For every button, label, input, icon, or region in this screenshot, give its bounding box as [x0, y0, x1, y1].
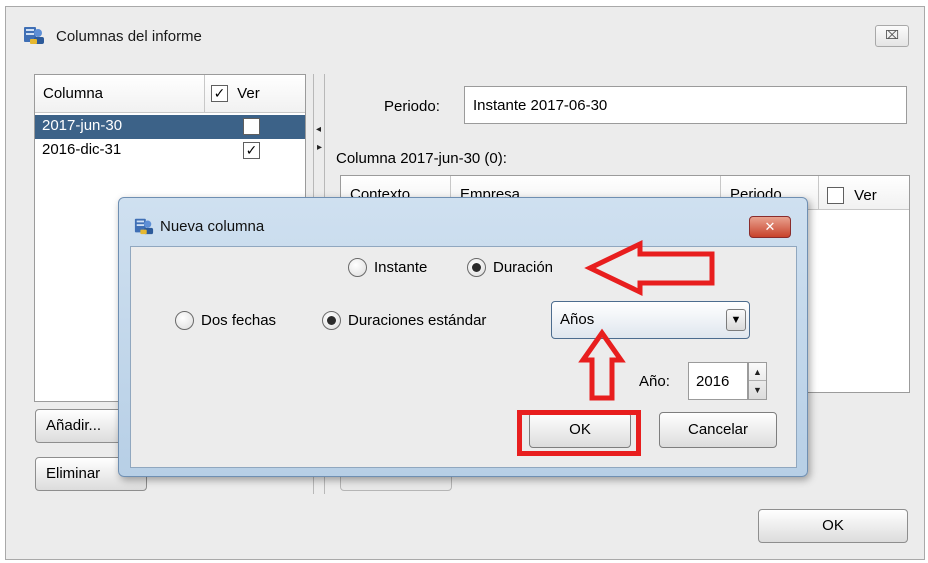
annotation-arrow-up	[578, 328, 626, 401]
annotation-arrow-left	[584, 240, 715, 296]
annotation-highlight-box	[517, 410, 641, 456]
annotation-overlay	[578, 240, 715, 401]
